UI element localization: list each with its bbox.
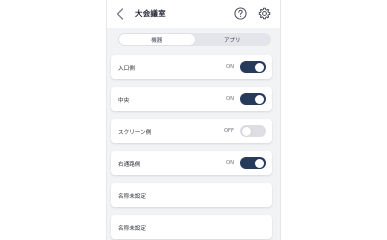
toggle-state-text: ON: [226, 64, 234, 70]
toggle-state-text: ON: [226, 96, 234, 102]
tab-devices[interactable]: 機器: [119, 34, 195, 45]
row-label: 右通路側: [118, 162, 141, 168]
list-item[interactable]: 名称未設定: [111, 215, 272, 239]
row-label: 入口側: [118, 66, 135, 72]
toggle-state-text: ON: [226, 160, 234, 166]
row-label: スクリーン側: [118, 130, 152, 136]
page-title: 大会議室: [135, 9, 166, 18]
list-item[interactable]: 右通路側 ON: [111, 151, 272, 175]
phone-screen: 大会議室 機器 アプリ 入口側 ON 中央 ON スクリーン側 OFF 右通路側: [106, 0, 281, 240]
toggle-switch[interactable]: [240, 93, 266, 105]
list-item[interactable]: 入口側 ON: [111, 55, 272, 79]
toggle-switch[interactable]: [240, 61, 266, 73]
row-label: 中央: [118, 98, 130, 104]
toggle-switch[interactable]: [240, 125, 266, 137]
toggle-knob: [255, 62, 264, 72]
back-button[interactable]: [113, 6, 127, 22]
list-item[interactable]: スクリーン側 OFF: [111, 119, 272, 143]
gear-icon[interactable]: [258, 7, 271, 20]
app-header: 大会議室: [107, 0, 280, 28]
toggle-switch[interactable]: [240, 157, 266, 169]
list-item[interactable]: 中央 ON: [111, 87, 272, 111]
list-item[interactable]: 名称未設定: [111, 183, 272, 207]
row-label: 名称未設定: [118, 194, 146, 200]
row-label: 名称未設定: [118, 226, 146, 232]
toggle-knob: [255, 158, 264, 168]
tab-apps[interactable]: アプリ: [195, 34, 271, 45]
device-app-segmented-control: 機器 アプリ: [118, 33, 271, 46]
toggle-knob: [255, 94, 264, 104]
toggle-state-text: OFF: [223, 128, 234, 134]
chevron-left-icon: [116, 8, 124, 20]
toggle-knob: [242, 126, 251, 136]
help-circle-icon[interactable]: [234, 7, 247, 20]
